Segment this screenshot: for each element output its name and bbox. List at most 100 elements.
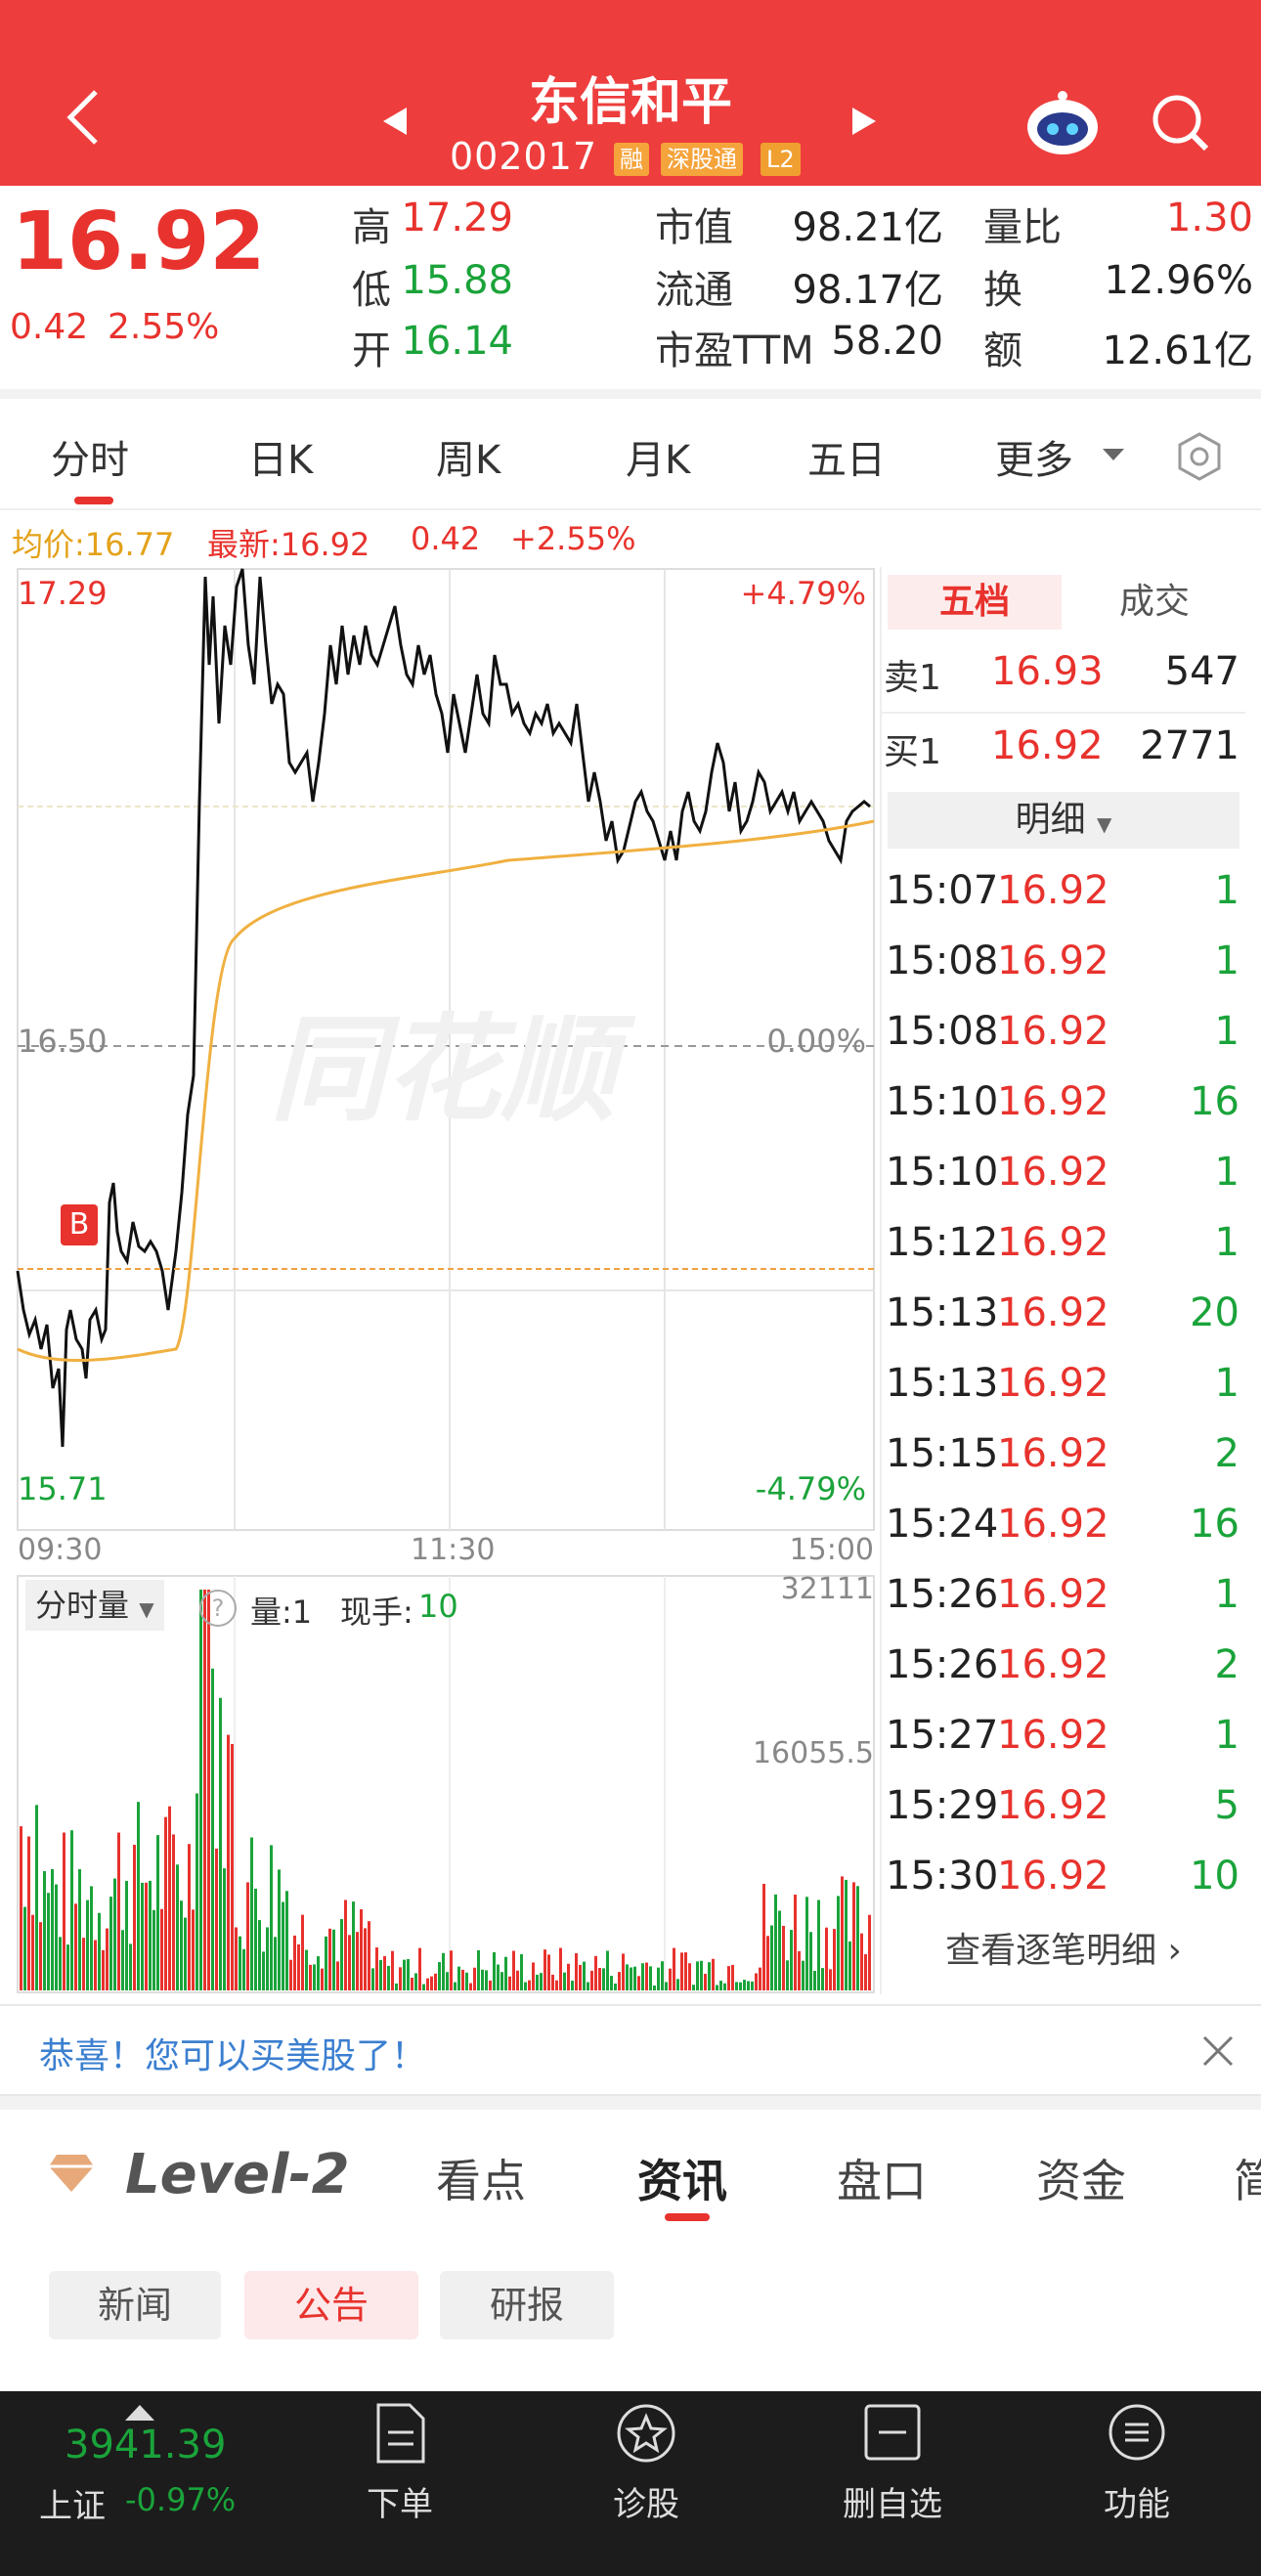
next-stock-icon[interactable] [847,104,882,143]
robot-assistant-icon[interactable] [1024,90,1101,162]
index-value[interactable]: 3941.39 [65,2423,226,2467]
trade-time: 15:30 [886,1854,999,1899]
chart-settings-icon[interactable] [1173,430,1226,487]
volume-bar [598,1968,601,1990]
volume-bar [798,1950,801,1990]
trade-time: 15:13 [886,1361,999,1406]
volume-bar [630,1967,632,1990]
trade-row: 15:26 16.92 1 [882,1572,1245,1631]
trade-price: 16.92 [997,1150,1109,1195]
volume-bar [125,1880,128,1990]
tab-weekly-k[interactable]: 周K [436,428,500,485]
subtab-research[interactable]: 研报 [440,2271,614,2339]
stat-value: 58.20 [831,319,943,364]
search-icon[interactable] [1150,92,1212,158]
order-button[interactable]: 下单 [346,2403,454,2550]
volume-bar [168,1806,171,1990]
intraday-chart[interactable]: 同花顺 17.29 16.50 15.71 +4.79% 0.00% -4.79… [0,567,880,1994]
trade-qty: 1 [1214,1713,1239,1758]
trade-price: 16.92 [997,1854,1109,1899]
volume-bar [684,1952,687,1990]
volume-bar [461,1969,464,1990]
volume-bar [340,1919,343,1990]
trade-price: 16.92 [997,1220,1109,1265]
volume-bar [383,1955,386,1990]
volume-bar [301,1914,304,1990]
volume-bar [356,1932,359,1990]
level2-label[interactable]: Level-2 [125,2143,350,2206]
volume-max-label: 32111 [780,1572,874,1606]
close-icon[interactable] [1200,2033,1236,2073]
tab-capital[interactable]: 资金 [1036,2146,1126,2210]
hand-value: 10 [418,1588,458,1625]
trade-price: 16.92 [997,1642,1109,1687]
detail-header[interactable]: 明细 ▼ [888,792,1239,849]
stock-code: 002017 [450,135,598,178]
volume-mid-label: 16055.5 [752,1736,874,1770]
volume-bar [282,1901,284,1990]
bottom-nav-bar: 3941.39 上证 -0.97% 下单 诊股 删自选 功能 [0,2391,1261,2576]
tab-intraday[interactable]: 分时 [51,428,129,485]
buy-marker[interactable]: B [61,1204,98,1245]
trade-qty: 10 [1190,1854,1239,1899]
tab-brief[interactable]: 简 [1234,2146,1261,2210]
trade-price: 16.92 [997,1290,1109,1335]
tab-five-day[interactable]: 五日 [807,428,886,485]
notice-banner[interactable]: 恭喜！您可以买美股了！ [0,2004,1261,2096]
volume-bar [180,1900,183,1990]
volume-bar [325,1936,327,1990]
tab-trades[interactable]: 成交 [1067,575,1241,630]
index-name: 上证 [39,2487,106,2526]
volume-bar [606,1950,609,1990]
detail-label: 明细 [1015,800,1086,840]
volume-bar [739,1982,742,1990]
trade-time: 15:24 [886,1502,999,1547]
qty-label: 量:1 [250,1594,313,1631]
volume-bar [669,1968,672,1990]
trade-price: 16.92 [997,1572,1109,1617]
help-icon[interactable]: ? [199,1590,237,1627]
volume-bar [825,1927,828,1990]
trade-qty: 1 [1214,1150,1239,1195]
trade-qty: 1 [1214,1220,1239,1265]
latest-price-label: 最新:16.92 [207,526,370,563]
tab-highlights[interactable]: 看点 [436,2146,526,2210]
trade-row: 15:12 16.92 1 [882,1220,1245,1279]
tab-five-levels[interactable]: 五档 [888,575,1062,630]
trade-price: 16.92 [997,1502,1109,1547]
volume-bar [516,1970,519,1990]
volume-bar [70,1830,73,1990]
volume-bar [164,1816,167,1990]
volume-bar [676,1979,679,1990]
tab-more[interactable]: 更多 [995,428,1073,485]
volume-selector[interactable]: 分时量 ▼ [25,1580,164,1631]
volume-bar [332,1929,335,1990]
volume-bar [633,1966,636,1990]
volume-bar [485,1970,488,1990]
subtab-announcement[interactable]: 公告 [244,2271,418,2339]
volume-bar [594,1955,597,1990]
functions-button[interactable]: 功能 [1083,2403,1191,2550]
volume-bar [55,1884,58,1990]
remove-watchlist-button[interactable]: 删自选 [829,2403,956,2550]
trade-time: 15:26 [886,1642,999,1687]
y-bottom-label: 15.71 [18,1470,108,1507]
diagnose-button[interactable]: 诊股 [592,2403,700,2550]
volume-bar [868,1914,871,1990]
avg-price-label: 均价:16.77 [12,526,175,563]
volume-bar [63,1832,65,1990]
view-all-trades-link[interactable]: 查看逐笔明细 › [882,1922,1245,1973]
volume-bar [106,1928,109,1990]
tab-news-info[interactable]: 资讯 [637,2146,727,2210]
tab-monthly-k[interactable]: 月K [626,428,690,485]
volume-bar [35,1805,38,1990]
caret-down-icon[interactable] [1103,448,1124,466]
volume-bar [328,1928,331,1990]
volume-bar [802,1960,804,1990]
chevron-right-icon: › [1167,1931,1182,1971]
tab-daily-k[interactable]: 日K [248,428,313,485]
tab-order-book[interactable]: 盘口 [837,2146,927,2210]
subtab-news[interactable]: 新闻 [49,2271,221,2339]
volume-bar [661,1961,664,1990]
volume-bar [141,1882,144,1990]
